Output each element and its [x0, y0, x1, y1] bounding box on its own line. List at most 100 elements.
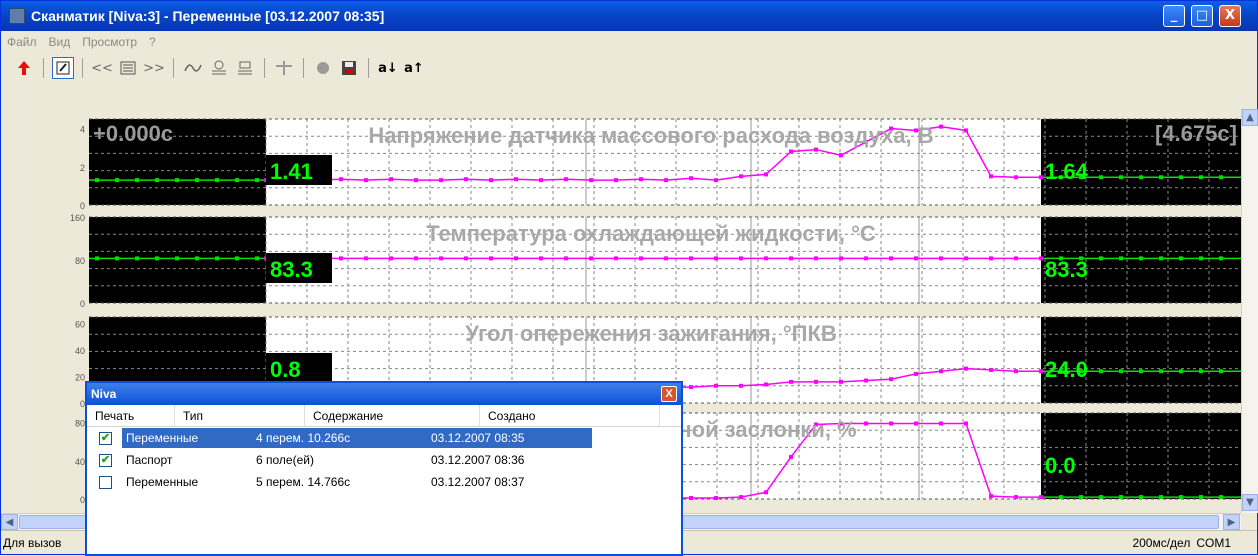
cell-created: 03.12.2007 08:35	[431, 431, 525, 445]
table-row[interactable]: ✔ Паспорт 6 поле(ей) 03.12.2007 08:36	[87, 449, 681, 471]
data-point	[539, 178, 543, 183]
data-point	[789, 256, 793, 261]
minimize-button[interactable]: _	[1163, 5, 1185, 27]
data-point	[614, 256, 618, 261]
live-point	[115, 178, 119, 183]
add-channel-icon[interactable]	[208, 57, 230, 79]
data-point	[989, 367, 993, 372]
list-icon[interactable]	[117, 57, 139, 79]
prev-button[interactable]: <<	[91, 57, 113, 79]
live-point	[1099, 495, 1103, 500]
column-header-print[interactable]: Печать	[87, 405, 175, 427]
data-point	[664, 256, 668, 261]
right-value: 0.0	[1045, 453, 1076, 478]
y-tick-label: 2	[80, 163, 85, 173]
niva-dialog[interactable]: Niva X Печать Тип Содержание Создано ✔ Пе…	[85, 381, 683, 556]
scroll-left-icon[interactable]: ◀	[1, 514, 18, 530]
data-point	[689, 176, 693, 181]
toolbar-separator	[43, 58, 44, 78]
column-header-content[interactable]: Содержание	[305, 405, 480, 427]
live-point	[1139, 256, 1143, 261]
print-checkbox[interactable]: ✔	[99, 431, 112, 445]
live-point	[95, 256, 99, 261]
live-point	[1099, 175, 1103, 180]
cursor-icon[interactable]	[273, 57, 295, 79]
menu-help[interactable]: ?	[143, 35, 162, 49]
data-point	[1039, 256, 1043, 261]
y-tick-label: 0	[80, 299, 85, 309]
column-header-type[interactable]: Тип	[175, 405, 305, 427]
data-point	[889, 421, 893, 426]
cell-type: Паспорт	[126, 453, 173, 467]
data-point	[939, 124, 943, 129]
toolbar-separator	[303, 58, 304, 78]
data-point	[664, 178, 668, 183]
live-point	[1179, 495, 1183, 500]
menu-file[interactable]: Файл	[1, 35, 43, 49]
data-point	[939, 421, 943, 426]
title-bar[interactable]: Сканматик [Niva:3] - Переменные [03.12.2…	[1, 1, 1257, 31]
print-checkbox[interactable]	[99, 475, 112, 489]
live-point	[195, 178, 199, 183]
next-button[interactable]: >>	[143, 57, 165, 79]
live-point	[1199, 369, 1203, 374]
data-point	[639, 177, 643, 182]
live-point	[1099, 256, 1103, 261]
data-point	[864, 256, 868, 261]
live-point	[1179, 175, 1183, 180]
data-point	[864, 421, 868, 426]
record-icon[interactable]	[312, 57, 334, 79]
dialog-close-button[interactable]: X	[661, 386, 677, 402]
menu-browse[interactable]: Просмотр	[76, 35, 143, 49]
live-point	[215, 256, 219, 261]
data-point	[489, 178, 493, 183]
live-point	[255, 178, 259, 183]
live-point	[1079, 495, 1083, 500]
data-point	[739, 383, 743, 388]
wave-icon[interactable]	[182, 57, 204, 79]
table-row[interactable]: Переменные 5 перем. 14.766c 03.12.2007 08:…	[87, 471, 681, 493]
scroll-up-icon[interactable]: ▲	[1242, 109, 1258, 126]
end-time: [4.675c]	[1155, 121, 1237, 146]
live-point	[1199, 495, 1203, 500]
remove-channel-icon[interactable]	[234, 57, 256, 79]
upload-arrow-icon[interactable]	[13, 57, 35, 79]
live-point	[1139, 495, 1143, 500]
live-point	[1179, 369, 1183, 374]
live-point	[155, 256, 159, 261]
data-point	[914, 371, 918, 376]
edit-icon[interactable]	[52, 57, 74, 79]
data-point	[964, 366, 968, 371]
status-scale: 200мс/дел	[1132, 536, 1191, 550]
print-checkbox[interactable]: ✔	[99, 453, 112, 467]
data-point	[1039, 369, 1043, 374]
data-point	[714, 256, 718, 261]
panel-title: Температура охлаждающей жидкости, °C	[426, 221, 876, 246]
panel-title: Напряжение датчика массового расхода воз…	[368, 123, 933, 148]
vertical-scrollbar[interactable]: ▲ ▼	[1241, 109, 1258, 513]
cell-type: Переменные	[126, 431, 199, 445]
y-tick-label: 20	[75, 373, 85, 383]
y-tick-label: 40	[75, 457, 85, 467]
dialog-title-bar[interactable]: Niva X	[87, 383, 681, 405]
live-point	[155, 178, 159, 183]
column-header-created[interactable]: Создано	[480, 405, 660, 427]
data-point	[1014, 175, 1018, 180]
data-point	[639, 256, 643, 261]
data-point	[939, 369, 943, 374]
save-icon[interactable]	[338, 57, 360, 79]
data-point	[464, 256, 468, 261]
toolbar-separator	[264, 58, 265, 78]
table-row[interactable]: ✔ Переменные 4 перем. 10.266c 03.12.2007 08…	[87, 427, 681, 449]
sort-down-button[interactable]: a↓	[377, 57, 399, 79]
live-point	[1159, 175, 1163, 180]
data-point	[689, 496, 693, 501]
data-point	[714, 383, 718, 388]
menu-view[interactable]: Вид	[43, 35, 77, 49]
sort-up-button[interactable]: a↑	[403, 57, 425, 79]
scroll-right-icon[interactable]: ▶	[1223, 514, 1240, 530]
close-button[interactable]: X	[1219, 5, 1241, 27]
data-point	[514, 177, 518, 182]
maximize-button[interactable]: □	[1191, 5, 1213, 27]
scroll-down-icon[interactable]: ▼	[1242, 494, 1258, 511]
